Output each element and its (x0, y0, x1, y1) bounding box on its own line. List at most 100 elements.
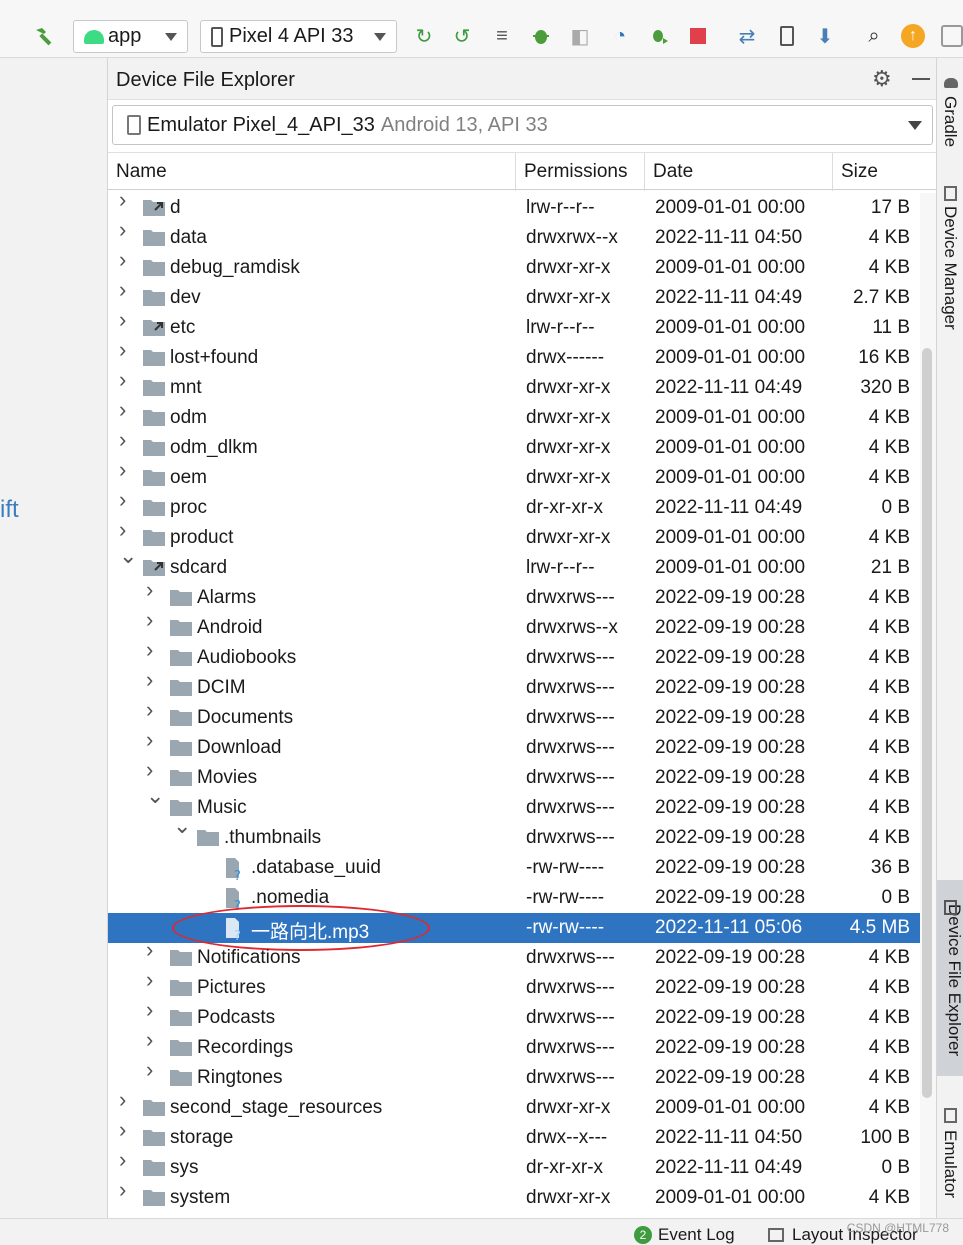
svg-text:?: ? (234, 899, 241, 910)
file-permissions: dr-xr-xr-x (526, 1157, 604, 1178)
run-config-select[interactable]: app (73, 20, 188, 53)
table-row[interactable]: › odm_dlkm drwxr-xr-x 2009-01-01 00:00 4 KB (108, 429, 920, 463)
chevron-right-icon[interactable]: › (146, 999, 158, 1021)
table-row[interactable]: › Pictures drwxrws--- 2022-09-19 00:28 4 KB (108, 969, 920, 1003)
search-icon[interactable]: ⌕ (860, 22, 888, 50)
hammer-icon[interactable] (30, 22, 58, 50)
table-row[interactable]: › system drwxr-xr-x 2009-01-01 00:00 4 KB (108, 1179, 920, 1213)
table-row[interactable]: › storage drwx--x--- 2022-11-11 04:50 100 B (108, 1119, 920, 1153)
chevron-right-icon[interactable]: › (146, 759, 158, 781)
col-size[interactable]: Size (833, 153, 920, 191)
col-name[interactable]: Name (108, 153, 516, 191)
minimize-icon[interactable] (912, 78, 930, 80)
table-row[interactable]: › Documents drwxrws--- 2022-09-19 00:28 4 KB (108, 699, 920, 733)
table-row[interactable]: › mnt drwxr-xr-x 2022-11-11 04:49 320 B (108, 369, 920, 403)
chevron-right-icon[interactable]: › (146, 729, 158, 751)
tab-device-manager[interactable]: Device Manager (940, 206, 960, 330)
chevron-right-icon[interactable]: › (119, 249, 131, 271)
chevron-right-icon[interactable]: › (146, 939, 158, 961)
chevron-down-icon[interactable]: ⌄ (173, 815, 191, 837)
table-row[interactable]: ? .database_uuid -rw-rw---- 2022-09-19 00:2… (108, 853, 920, 884)
gear-icon[interactable]: ⚙ (872, 66, 892, 92)
bug-run-icon[interactable] (645, 22, 673, 50)
event-log-button[interactable]: 2 Event Log (634, 1225, 735, 1245)
table-row[interactable]: › product drwxr-xr-x 2009-01-01 00:00 4 KB (108, 519, 920, 553)
table-row[interactable]: › etc lrw-r--r-- 2009-01-01 00:00 11 B (108, 309, 920, 343)
chevron-right-icon[interactable]: › (119, 309, 131, 331)
chevron-right-icon[interactable]: › (146, 579, 158, 601)
apply-changes-icon[interactable]: ↺ (448, 22, 476, 50)
chevron-right-icon[interactable]: › (119, 489, 131, 511)
device-manager-icon[interactable] (773, 22, 801, 50)
chevron-down-icon[interactable]: ⌄ (146, 785, 164, 807)
chevron-right-icon[interactable]: › (146, 969, 158, 991)
chevron-right-icon[interactable]: › (119, 399, 131, 421)
table-row[interactable]: › Notifications drwxrws--- 2022-09-19 00:28… (108, 939, 920, 973)
scrollbar-thumb[interactable] (922, 348, 932, 1098)
table-row[interactable]: › Alarms drwxrws--- 2022-09-19 00:28 4 KB (108, 579, 920, 613)
table-row[interactable]: › data drwxrwx--x 2022-11-11 04:50 4 KB (108, 219, 920, 253)
attach-icon[interactable]: ◧ (566, 22, 594, 50)
table-row[interactable]: › Ringtones drwxrws--- 2022-09-19 00:28 4 KB (108, 1059, 920, 1093)
col-permissions[interactable]: Permissions (516, 153, 645, 191)
table-row[interactable]: › proc dr-xr-xr-x 2022-11-11 04:49 0 B (108, 489, 920, 523)
col-date[interactable]: Date (645, 153, 833, 191)
table-row[interactable]: › debug_ramdisk drwxr-xr-x 2009-01-01 00:00… (108, 249, 920, 283)
update-icon[interactable]: ↑ (899, 22, 927, 50)
chevron-right-icon[interactable]: › (119, 459, 131, 481)
chevron-right-icon[interactable]: › (119, 369, 131, 391)
chevron-right-icon[interactable]: › (119, 339, 131, 361)
table-row[interactable]: › odm drwxr-xr-x 2009-01-01 00:00 4 KB (108, 399, 920, 433)
device-selector[interactable]: Emulator Pixel_4_API_33 Android 13, API … (112, 105, 933, 145)
table-row[interactable]: › d lrw-r--r-- 2009-01-01 00:00 17 B (108, 189, 920, 223)
file-permissions: drwxr-xr-x (526, 377, 611, 398)
file-size: 0 B (881, 887, 910, 908)
chevron-right-icon[interactable]: › (119, 429, 131, 451)
chevron-right-icon[interactable]: › (119, 1149, 131, 1171)
folder-icon (143, 528, 165, 548)
chevron-right-icon[interactable]: › (119, 279, 131, 301)
chevron-right-icon[interactable]: › (146, 699, 158, 721)
table-row-selected[interactable]: ? 一路向北.mp3 -rw-rw---- 2022-11-11 05:06 4.5 M… (108, 905, 920, 951)
tab-gradle[interactable]: Gradle (940, 96, 960, 147)
device-select[interactable]: Pixel 4 API 33 (200, 20, 397, 53)
profiler-icon[interactable]: ◔ (606, 22, 634, 50)
table-row[interactable]: › oem drwxr-xr-x 2009-01-01 00:00 4 KB (108, 459, 920, 493)
avatar-icon[interactable] (938, 22, 963, 50)
apply-code-icon[interactable]: ≡ (488, 22, 516, 50)
chevron-right-icon[interactable]: › (119, 219, 131, 241)
table-row[interactable]: › DCIM drwxrws--- 2022-09-19 00:28 4 KB (108, 669, 920, 703)
table-row[interactable]: › Recordings drwxrws--- 2022-09-19 00:28 4 K… (108, 1029, 920, 1063)
table-row[interactable]: ⌄ Music drwxrws--- 2022-09-19 00:28 4 KB (108, 785, 920, 823)
chevron-right-icon[interactable]: › (146, 669, 158, 691)
chevron-right-icon[interactable]: › (146, 609, 158, 631)
table-row[interactable]: › Movies drwxrws--- 2022-09-19 00:28 4 KB (108, 759, 920, 793)
chevron-right-icon[interactable]: › (119, 1119, 131, 1141)
chevron-right-icon[interactable]: › (146, 1029, 158, 1051)
chevron-right-icon[interactable]: › (119, 189, 131, 211)
sync-icon[interactable]: ⇄ (733, 22, 761, 50)
table-row[interactable]: ⌄ sdcard lrw-r--r-- 2009-01-01 00:00 21 B (108, 545, 920, 583)
table-row[interactable]: ? .nomedia -rw-rw---- 2022-09-19 00:28 0 B (108, 883, 920, 914)
table-row[interactable]: › Audiobooks drwxrws--- 2022-09-19 00:28 4 K… (108, 639, 920, 673)
svg-text:?: ? (234, 929, 241, 940)
chevron-right-icon[interactable]: › (119, 519, 131, 541)
rerun-icon[interactable]: ↻ (410, 22, 438, 50)
tab-emulator[interactable]: Emulator (940, 1130, 960, 1198)
table-row[interactable]: › second_stage_resources drwxr-xr-x 2009-01… (108, 1089, 920, 1123)
chevron-down-icon[interactable]: ⌄ (119, 545, 137, 567)
table-row[interactable]: › Android drwxrws--x 2022-09-19 00:28 4 KB (108, 609, 920, 643)
debug-icon[interactable] (527, 22, 555, 50)
table-row[interactable]: › Podcasts drwxrws--- 2022-09-19 00:28 4 KB (108, 999, 920, 1033)
stop-icon[interactable] (684, 22, 712, 50)
table-row[interactable]: ⌄ .thumbnails drwxrws--- 2022-09-19 00:28 4 … (108, 815, 920, 853)
chevron-right-icon[interactable]: › (119, 1179, 131, 1201)
table-row[interactable]: › sys dr-xr-xr-x 2022-11-11 04:49 0 B (108, 1149, 920, 1183)
table-row[interactable]: › lost+found drwx------ 2009-01-01 00:00 16 … (108, 339, 920, 373)
chevron-right-icon[interactable]: › (146, 639, 158, 661)
table-row[interactable]: › Download drwxrws--- 2022-09-19 00:28 4 KB (108, 729, 920, 763)
table-row[interactable]: › dev drwxr-xr-x 2022-11-11 04:49 2.7 KB (108, 279, 920, 313)
chevron-right-icon[interactable]: › (119, 1089, 131, 1111)
sdk-icon[interactable]: ⬇ (811, 22, 839, 50)
chevron-right-icon[interactable]: › (146, 1059, 158, 1081)
